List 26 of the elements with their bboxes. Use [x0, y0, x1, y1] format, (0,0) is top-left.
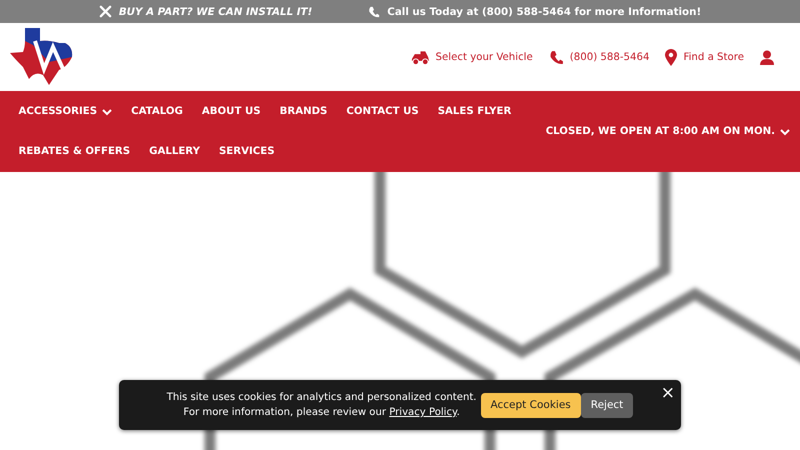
reject-button[interactable]: Reject [580, 392, 634, 418]
map-pin-icon [665, 48, 678, 66]
phone-icon [548, 50, 564, 64]
promo-text: BUY A PART? WE CAN INSTALL IT! [118, 6, 312, 18]
cookie-message: This site uses cookies for analytics and personalized content. For more information, please review our Privacy Policy. [166, 391, 477, 420]
nav-link[interactable]: ABOUT US [192, 92, 270, 132]
phone-icon [368, 6, 380, 18]
store-hours-link[interactable]: CLOSED, WE OPEN AT 8:00 AM ON MON. [536, 112, 790, 152]
texas-logo [9, 27, 73, 87]
nav-link[interactable]: SERVICES [209, 132, 284, 172]
phone-link[interactable]: (800) 588-5464 [548, 50, 650, 64]
accept-cookies-button[interactable]: Accept Cookies [480, 392, 581, 418]
privacy-policy-link[interactable]: Privacy Policy [389, 407, 457, 418]
nav-link[interactable]: SALES FLYER [428, 92, 521, 132]
nav-link[interactable]: GALLERY [140, 132, 210, 172]
nav-link[interactable]: CONTACT US [336, 92, 428, 132]
nav-link[interactable]: BRANDS [270, 92, 337, 132]
account-icon[interactable] [760, 50, 774, 64]
nav-link[interactable]: REBATES & OFFERS [9, 132, 140, 172]
nav-link[interactable]: CATALOG [122, 92, 192, 132]
truck-icon [410, 50, 430, 64]
close-button[interactable]: × [660, 383, 675, 403]
nav-link[interactable]: ACCESSORIES [9, 92, 122, 132]
store-link[interactable]: Find a Store [665, 48, 744, 66]
vehicle-link[interactable]: Select your Vehicle [410, 50, 533, 64]
call-text: Call us Today at (800) 588-5464 for more Information! [387, 6, 702, 18]
